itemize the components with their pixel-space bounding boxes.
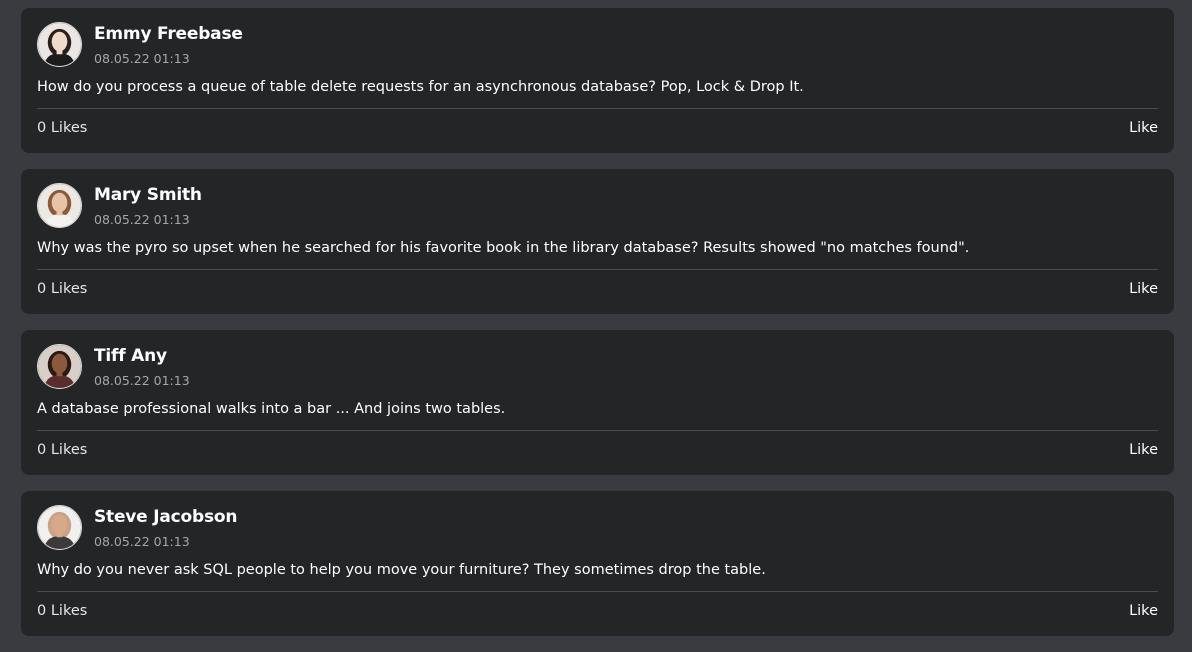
likes-count: 0 Likes <box>37 442 88 458</box>
avatar-portrait-icon <box>38 506 81 549</box>
likes-count: 0 Likes <box>37 120 88 136</box>
avatar-portrait-icon <box>38 184 81 227</box>
post-divider <box>37 430 1158 431</box>
post-text: How do you process a queue of table dele… <box>37 79 804 95</box>
likes-count: 0 Likes <box>37 281 88 297</box>
avatar[interactable] <box>37 22 82 67</box>
post-author[interactable]: Tiff Any <box>94 346 167 366</box>
avatar[interactable] <box>37 344 82 389</box>
post-timestamp: 08.05.22 01:13 <box>94 373 190 388</box>
avatar[interactable] <box>37 505 82 550</box>
post-feed: Emmy Freebase 08.05.22 01:13 How do you … <box>21 8 1174 652</box>
avatar[interactable] <box>37 183 82 228</box>
post-divider <box>37 269 1158 270</box>
post-timestamp: 08.05.22 01:13 <box>94 212 190 227</box>
like-button[interactable]: Like <box>1129 442 1158 458</box>
post-text: Why was the pyro so upset when he search… <box>37 240 970 256</box>
post-author[interactable]: Mary Smith <box>94 185 202 205</box>
post-card: Tiff Any 08.05.22 01:13 A database profe… <box>21 330 1174 475</box>
likes-count: 0 Likes <box>37 603 88 619</box>
post-author[interactable]: Emmy Freebase <box>94 24 243 44</box>
post-card: Steve Jacobson 08.05.22 01:13 Why do you… <box>21 491 1174 636</box>
like-button[interactable]: Like <box>1129 603 1158 619</box>
post-text: Why do you never ask SQL people to help … <box>37 562 766 578</box>
post-card: Mary Smith 08.05.22 01:13 Why was the py… <box>21 169 1174 314</box>
avatar-portrait-icon <box>38 23 81 66</box>
post-timestamp: 08.05.22 01:13 <box>94 534 190 549</box>
post-text: A database professional walks into a bar… <box>37 401 506 417</box>
like-button[interactable]: Like <box>1129 120 1158 136</box>
like-button[interactable]: Like <box>1129 281 1158 297</box>
post-divider <box>37 108 1158 109</box>
post-author[interactable]: Steve Jacobson <box>94 507 237 527</box>
post-card: Emmy Freebase 08.05.22 01:13 How do you … <box>21 8 1174 153</box>
post-divider <box>37 591 1158 592</box>
avatar-portrait-icon <box>38 345 81 388</box>
post-timestamp: 08.05.22 01:13 <box>94 51 190 66</box>
